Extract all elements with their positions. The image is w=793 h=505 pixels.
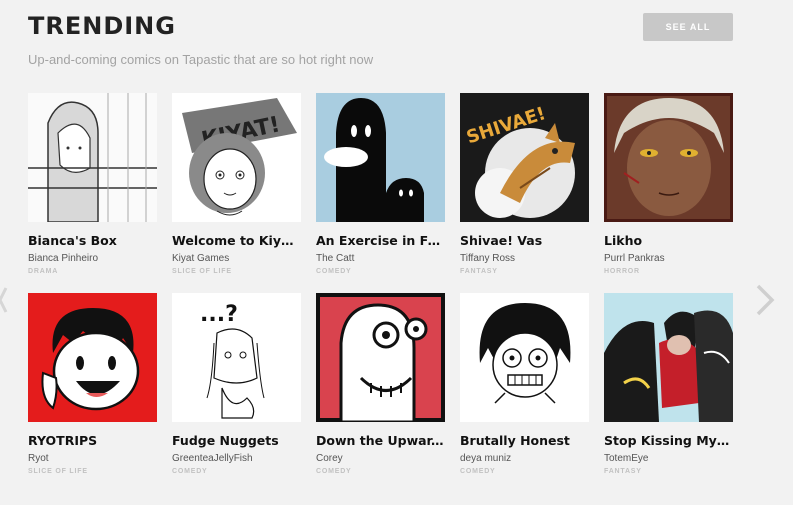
comic-genre: COMEDY [316, 268, 352, 275]
comic-genre: COMEDY [172, 468, 208, 475]
comic-author[interactable]: Purrl Pankras [604, 253, 733, 265]
comic-row: Bianca's Box Bianca Pinheiro DRAMA KIYAT… [28, 93, 738, 277]
comic-card[interactable]: KIYAT! Welcome to Kiyat... Kiyat Games S… [172, 93, 301, 277]
comic-art-text: ...? [200, 302, 238, 327]
comic-title[interactable]: RYOTRIPS [28, 433, 157, 449]
comic-genre: COMEDY [460, 468, 496, 475]
comic-author[interactable]: deya muniz [460, 453, 589, 465]
comic-title[interactable]: Likho [604, 233, 733, 249]
comic-thumbnail[interactable]: SHIVAE! [460, 93, 589, 222]
chevron-left-icon[interactable] [0, 282, 8, 318]
comic-card[interactable]: SHIVAE! Shivae! Vas Tiffany Ross FANTASY [460, 93, 589, 277]
comic-thumbnail[interactable]: KIYAT! [172, 93, 301, 222]
comic-card[interactable]: Brutally Honest deya muniz COMEDY [460, 293, 589, 477]
comic-row: RYOTRIPS Ryot SLICE OF LIFE ...? Fudge N… [28, 293, 738, 477]
comic-thumbnail[interactable]: ...? [172, 293, 301, 422]
comic-title[interactable]: Stop Kissing My S... [604, 433, 733, 449]
comic-card[interactable]: Likho Purrl Pankras HORROR [604, 93, 733, 277]
comic-card[interactable]: RYOTRIPS Ryot SLICE OF LIFE [28, 293, 157, 477]
comic-title[interactable]: Fudge Nuggets [172, 433, 301, 449]
comic-thumbnail[interactable] [604, 93, 733, 222]
comic-thumbnail[interactable] [28, 93, 157, 222]
section-subtitle: Up-and-coming comics on Tapastic that ar… [28, 52, 374, 67]
see-all-button[interactable]: SEE ALL [643, 13, 733, 41]
comic-card[interactable]: Bianca's Box Bianca Pinheiro DRAMA [28, 93, 157, 277]
comic-genre: SLICE OF LIFE [28, 468, 88, 475]
comic-title[interactable]: Down the Upwar... [316, 433, 445, 449]
comic-card[interactable]: Down the Upwar... Corey COMEDY [316, 293, 445, 477]
comic-author[interactable]: The Catt [316, 253, 445, 265]
comic-title[interactable]: Shivae! Vas [460, 233, 589, 249]
comic-author[interactable]: Ryot [28, 453, 157, 465]
comic-card[interactable]: An Exercise in Futi... The Catt COMEDY [316, 93, 445, 277]
comic-thumbnail[interactable] [316, 293, 445, 422]
comic-grid: Bianca's Box Bianca Pinheiro DRAMA KIYAT… [28, 93, 738, 477]
comic-author[interactable]: Kiyat Games [172, 253, 301, 265]
comic-genre: COMEDY [316, 468, 352, 475]
comic-card[interactable]: ...? Fudge Nuggets GreenteaJellyFish COM… [172, 293, 301, 477]
comic-card[interactable]: Stop Kissing My S... TotemEye FANTASY [604, 293, 733, 477]
comic-title[interactable]: Welcome to Kiyat... [172, 233, 301, 249]
comic-thumbnail[interactable] [28, 293, 157, 422]
chevron-right-icon[interactable] [752, 282, 780, 318]
comic-title[interactable]: Bianca's Box [28, 233, 157, 249]
comic-thumbnail[interactable] [604, 293, 733, 422]
comic-title[interactable]: An Exercise in Futi... [316, 233, 445, 249]
comic-genre: FANTASY [604, 468, 642, 475]
comic-author[interactable]: TotemEye [604, 453, 733, 465]
comic-title[interactable]: Brutally Honest [460, 433, 589, 449]
comic-genre: DRAMA [28, 268, 59, 275]
comic-author[interactable]: GreenteaJellyFish [172, 453, 301, 465]
section-title: TRENDING [28, 12, 176, 40]
comic-author[interactable]: Tiffany Ross [460, 253, 589, 265]
comic-thumbnail[interactable] [316, 93, 445, 222]
comic-author[interactable]: Bianca Pinheiro [28, 253, 157, 265]
comic-genre: SLICE OF LIFE [172, 268, 232, 275]
comic-thumbnail[interactable] [460, 293, 589, 422]
comic-genre: HORROR [604, 268, 640, 275]
comic-genre: FANTASY [460, 268, 498, 275]
comic-author[interactable]: Corey [316, 453, 445, 465]
